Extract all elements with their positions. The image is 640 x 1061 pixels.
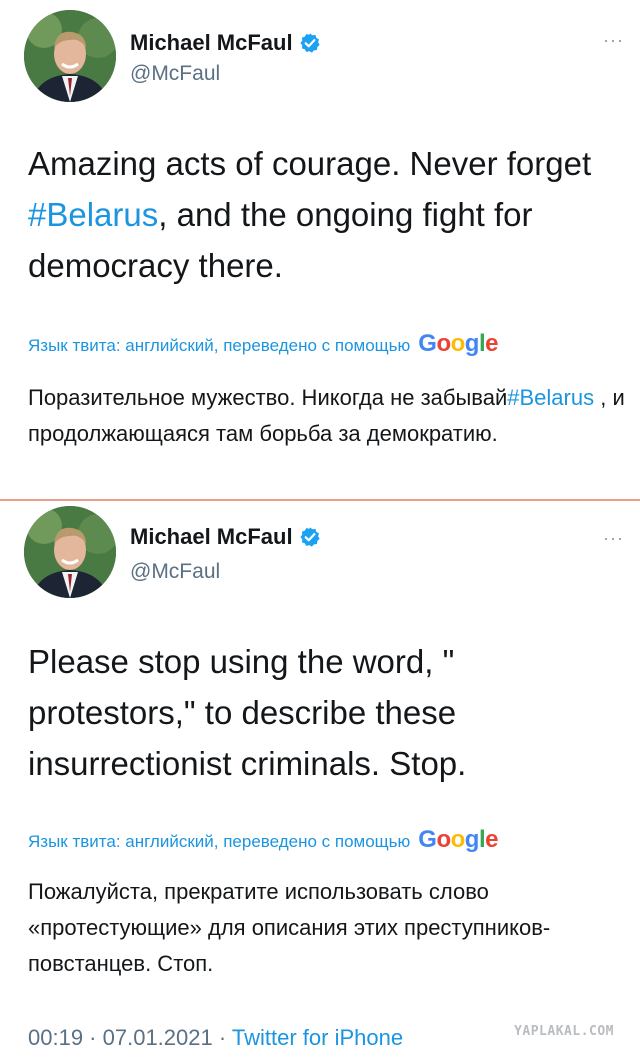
- translated-text: Пожалуйста, прекратите использовать слов…: [28, 879, 551, 976]
- author-handle[interactable]: @McFaul: [130, 560, 220, 584]
- tweet-2: Michael McFaul @McFaul ··· Please stop u…: [0, 0, 640, 976]
- google-logo: Google: [418, 826, 498, 853]
- author-name[interactable]: Michael McFaul: [130, 524, 293, 550]
- tweet-time[interactable]: 00:19: [28, 1025, 83, 1050]
- watermark: YAPLAKAL.COM: [514, 1024, 614, 1039]
- tweet-meta: 00:19 · 07.01.2021 · Twitter for iPhone: [28, 1025, 403, 1051]
- avatar[interactable]: [24, 506, 116, 598]
- meta-separator: ·: [83, 1025, 103, 1050]
- translation-note: Язык твита: английский, переведено с пом…: [28, 826, 628, 854]
- meta-separator: ·: [212, 1025, 232, 1050]
- tweet-date[interactable]: 07.01.2021: [103, 1025, 213, 1050]
- more-options-icon[interactable]: ···: [603, 528, 624, 549]
- tweet-source-link[interactable]: Twitter for iPhone: [232, 1025, 403, 1050]
- translation-note-label: Язык твита: английский, переведено с пом…: [28, 832, 411, 851]
- tweet-text: Please stop using the word, " protestors…: [28, 643, 467, 782]
- author-row: Michael McFaul: [130, 524, 321, 550]
- verified-badge-icon: [299, 527, 320, 547]
